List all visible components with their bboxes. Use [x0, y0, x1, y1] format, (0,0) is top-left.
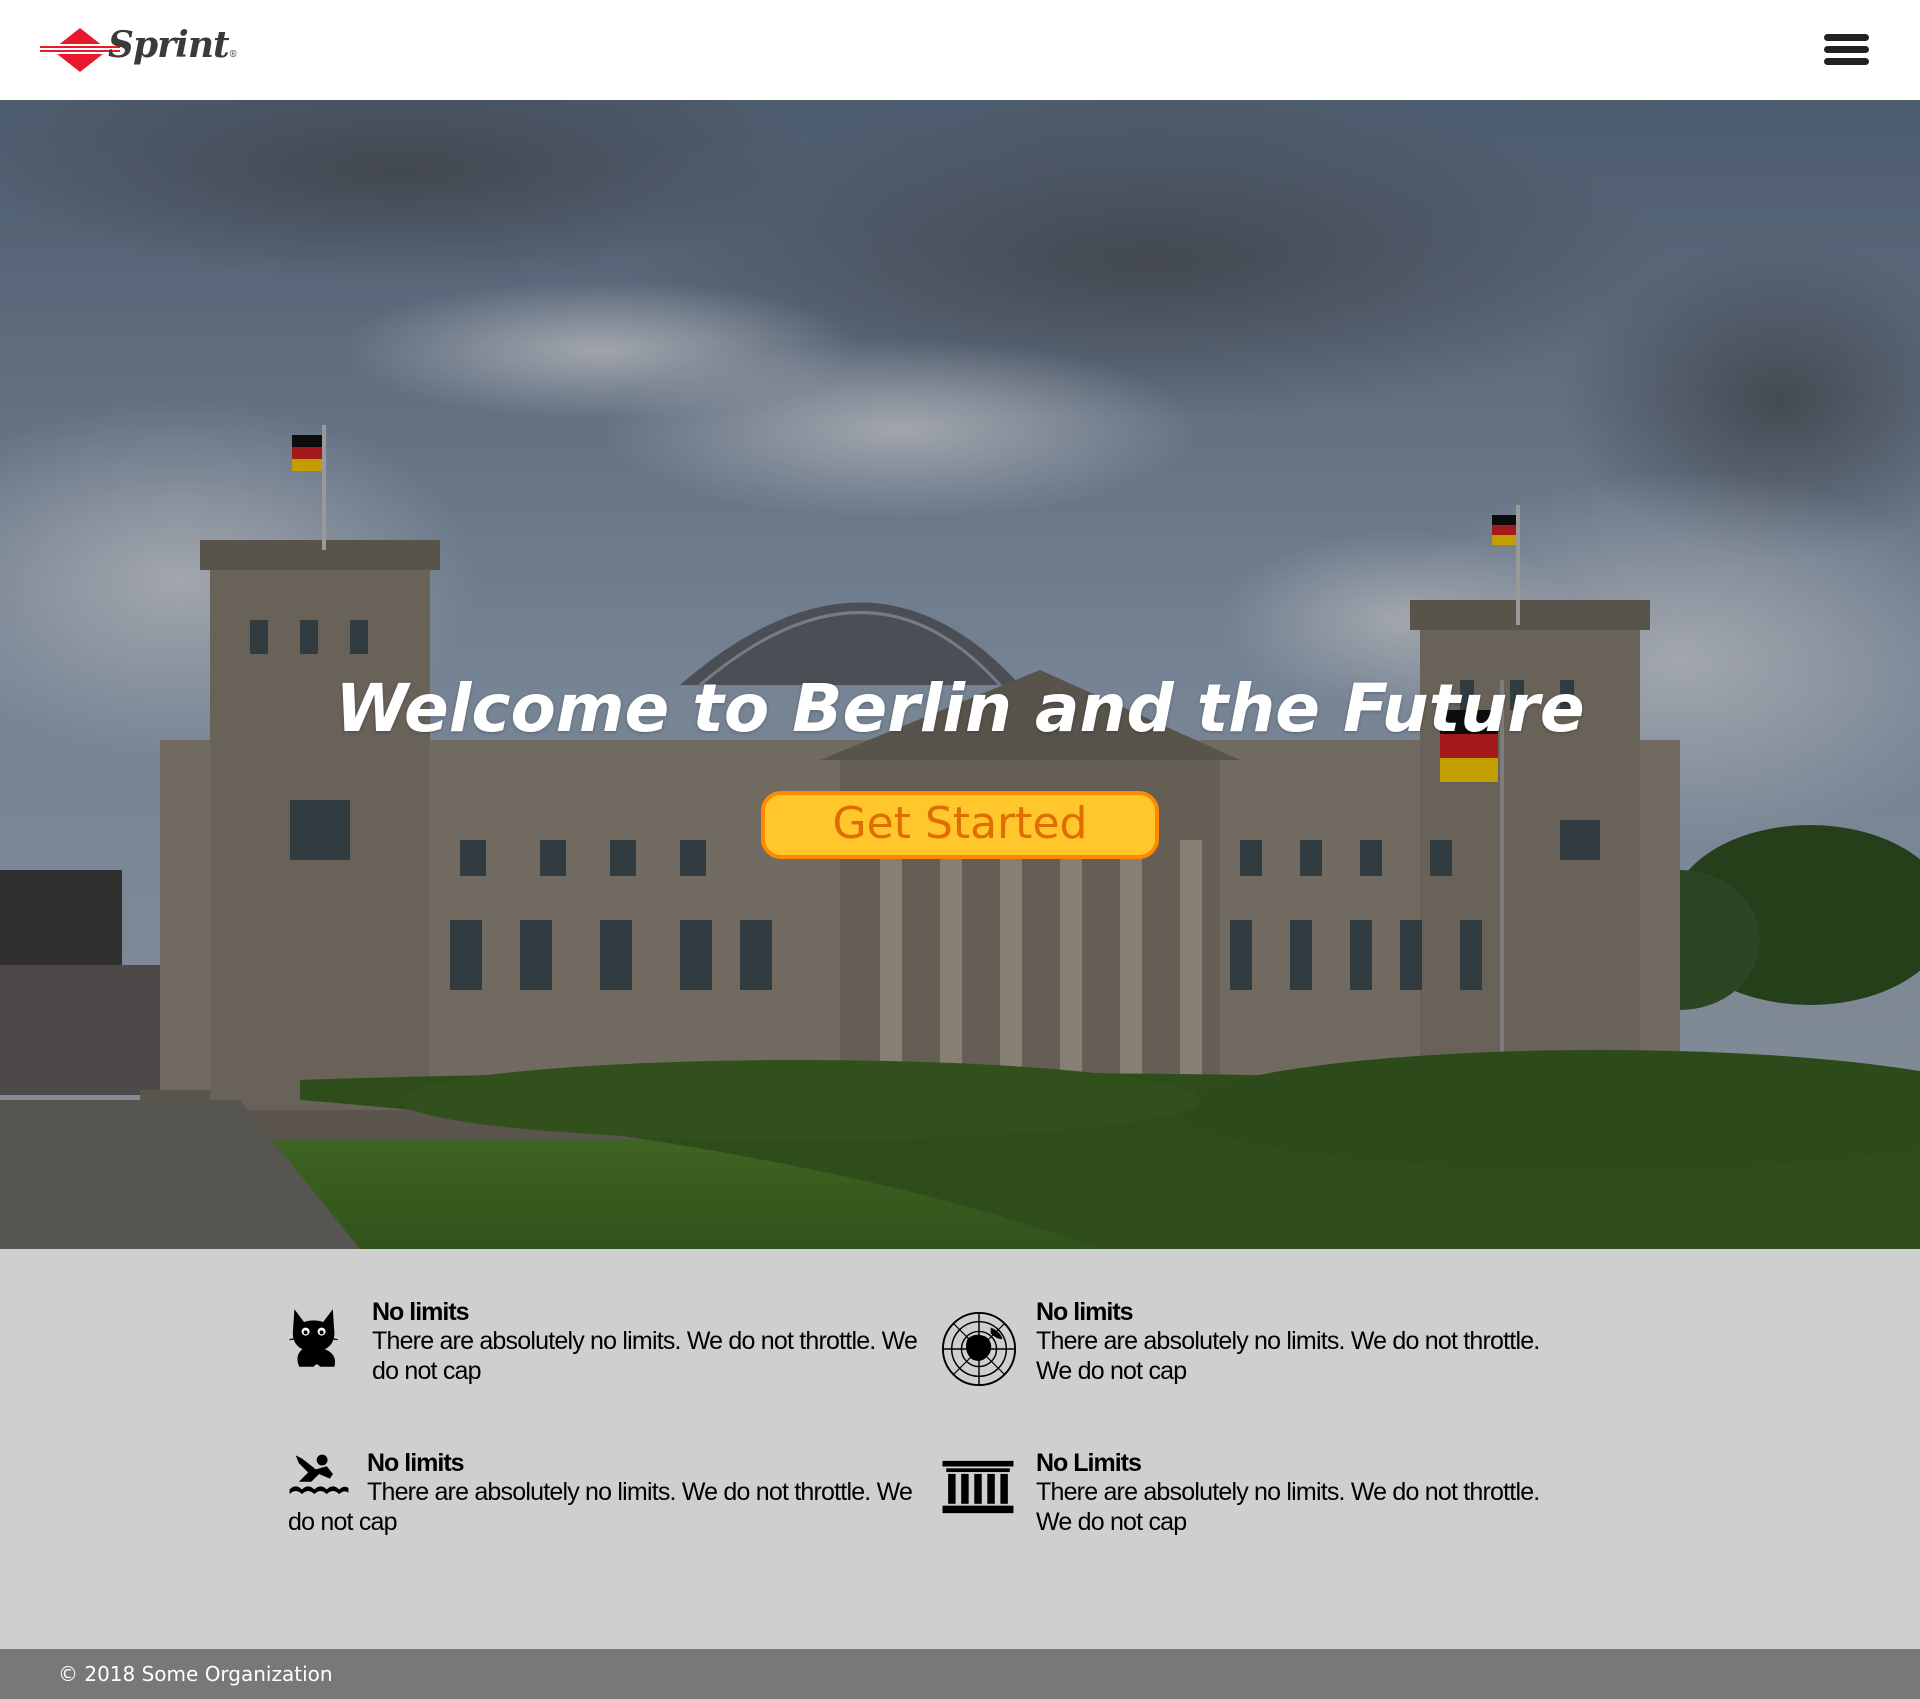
hero-title: Welcome to Berlin and the Future: [335, 670, 1585, 747]
logo-wordmark: Sprint®: [108, 24, 238, 66]
feature-text: There are absolutely no limits. We do no…: [1036, 1327, 1540, 1385]
menu-bar: [1824, 46, 1869, 53]
feature-item: No limits There are absolutely no limits…: [940, 1298, 1580, 1408]
hero-section: Welcome to Berlin and the Future Get Sta…: [0, 100, 1920, 1249]
menu-bar: [1824, 34, 1869, 41]
copyright-text: © 2018 Some Organization: [58, 1662, 333, 1686]
feature-title: No limits: [367, 1449, 465, 1477]
feature-item: No limits There are absolutely no limits…: [288, 1449, 928, 1559]
feature-item: No Limits There are absolutely no limits…: [940, 1449, 1580, 1559]
site-footer: © 2018 Some Organization: [0, 1649, 1920, 1699]
menu-bar: [1824, 58, 1869, 65]
feature-title: No Limits: [1036, 1449, 1142, 1477]
site-header: Sprint®: [0, 0, 1920, 100]
feature-item: No limits There are absolutely no limits…: [288, 1298, 928, 1408]
hamburger-menu-icon[interactable]: [1816, 28, 1872, 72]
get-started-button[interactable]: Get Started: [761, 791, 1159, 859]
building-columns-icon: [942, 1460, 1014, 1514]
feature-title: No limits: [1036, 1298, 1134, 1326]
feature-text: There are absolutely no limits. We do no…: [288, 1478, 913, 1536]
cat-icon: [289, 1309, 338, 1367]
feature-text: There are absolutely no limits. We do no…: [1036, 1478, 1540, 1536]
globe-icon: [941, 1311, 1017, 1387]
feature-text: There are absolutely no limits. We do no…: [372, 1327, 918, 1385]
feature-title: No limits: [372, 1298, 470, 1326]
features-section: No limits There are absolutely no limits…: [0, 1249, 1920, 1649]
